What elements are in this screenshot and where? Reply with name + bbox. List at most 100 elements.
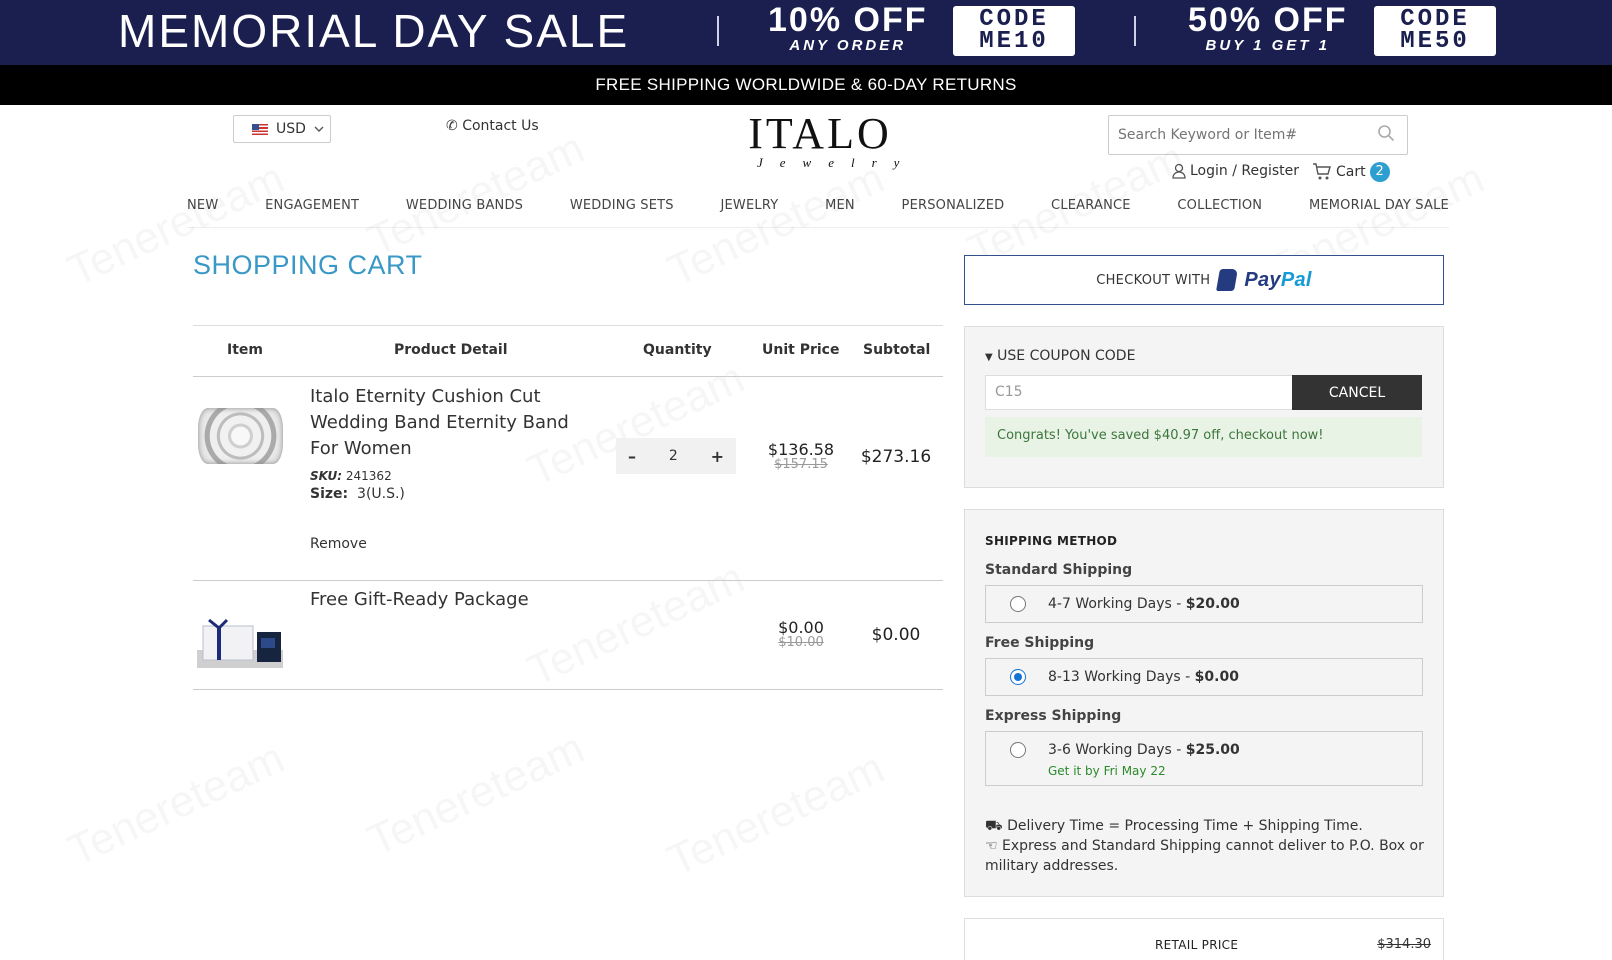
promo-banner[interactable]: MEMORIAL DAY SALE 10% OFF ANY ORDER CODE… bbox=[0, 0, 1612, 65]
nav-item-collection[interactable]: COLLECTION bbox=[1177, 198, 1262, 228]
search-input[interactable] bbox=[1109, 116, 1369, 154]
nav-item-memorial-day-sale[interactable]: MEMORIAL DAY SALE bbox=[1309, 198, 1449, 228]
express-shipping-days: 3-6 Working Days - bbox=[1048, 742, 1186, 758]
coupon-toggle[interactable]: ▼ USE COUPON CODE bbox=[985, 348, 1135, 364]
nav-divider bbox=[187, 227, 1449, 228]
paypal-checkout-button[interactable]: CHECKOUT WITH PayPal bbox=[964, 255, 1444, 305]
nav-item-new[interactable]: NEW bbox=[187, 198, 218, 228]
cart-icon bbox=[1313, 163, 1331, 180]
currency-label: USD bbox=[276, 121, 306, 137]
cart-count-badge: 2 bbox=[1369, 162, 1390, 182]
col-header-item: Item bbox=[227, 342, 263, 358]
shipping-option-free[interactable]: 8-13 Working Days - $0.00 bbox=[985, 658, 1423, 696]
nav-item-clearance[interactable]: CLEARANCE bbox=[1051, 198, 1131, 228]
logo-subtitle: Jewelry bbox=[757, 155, 917, 170]
col-header-subtotal: Subtotal bbox=[863, 342, 931, 358]
quantity-stepper: – 2 + bbox=[616, 438, 736, 474]
phone-icon: ✆ bbox=[446, 118, 458, 134]
express-shipping-radio[interactable] bbox=[1010, 742, 1026, 758]
watermark: Tenereteam bbox=[60, 733, 292, 877]
quantity-value[interactable]: 2 bbox=[669, 448, 678, 464]
standard-shipping-text: 4-7 Working Days - $20.00 bbox=[1048, 596, 1240, 612]
paypal-checkout-label: CHECKOUT WITH bbox=[1096, 272, 1211, 288]
unit-price: $0.00 $10.00 bbox=[751, 618, 851, 650]
coupon-code-input[interactable]: C15 bbox=[985, 375, 1293, 410]
search-icon[interactable] bbox=[1377, 124, 1395, 142]
promo-offer-1-condition: ANY ORDER bbox=[789, 37, 907, 54]
free-shipping-days: 8-13 Working Days - bbox=[1048, 669, 1195, 685]
product-name-link[interactable]: Italo Eternity Cushion Cut Wedding Band … bbox=[310, 384, 580, 462]
promo-code-2: CODE ME50 bbox=[1374, 6, 1496, 56]
coupon-heading: USE COUPON CODE bbox=[997, 348, 1136, 364]
promo-offer-2-amount: 50% OFF bbox=[1188, 1, 1348, 39]
watermark: Tenereteam bbox=[660, 743, 892, 887]
coupon-success-message: Congrats! You've saved $40.97 off, check… bbox=[985, 417, 1422, 457]
express-shipping-label: Express Shipping bbox=[985, 708, 1122, 724]
col-header-quantity: Quantity bbox=[643, 342, 712, 358]
contact-us-label: Contact Us bbox=[462, 118, 539, 134]
promo-separator bbox=[717, 16, 719, 46]
promo-offer-1-amount: 10% OFF bbox=[768, 1, 928, 39]
promo-code-2-value: ME50 bbox=[1400, 28, 1470, 55]
retail-price-value: $314.30 bbox=[1377, 937, 1431, 952]
unit-price: $136.58 $157.15 bbox=[751, 440, 851, 472]
col-header-product-detail: Product Detail bbox=[394, 342, 508, 358]
express-shipping-eta: Get it by Fri May 22 bbox=[1048, 764, 1166, 778]
user-icon bbox=[1172, 163, 1186, 179]
sku-value: 241362 bbox=[345, 469, 392, 483]
free-shipping-radio[interactable] bbox=[1010, 669, 1026, 685]
promo-title: MEMORIAL DAY SALE bbox=[118, 5, 630, 57]
free-shipping-label: Free Shipping bbox=[985, 635, 1095, 651]
row-subtotal: $273.16 bbox=[860, 447, 932, 467]
watermark: Tenereteam bbox=[520, 553, 752, 697]
product-image-gift-box[interactable] bbox=[197, 618, 283, 668]
paypal-logo: PayPal bbox=[1244, 269, 1311, 292]
nav-item-personalized[interactable]: PERSONALIZED bbox=[902, 198, 1005, 228]
us-flag-icon bbox=[252, 123, 268, 135]
col-header-unit-price: Unit Price bbox=[762, 342, 840, 358]
cart-label: Cart bbox=[1336, 164, 1366, 180]
nav-item-wedding-sets[interactable]: WEDDING SETS bbox=[570, 198, 674, 228]
contact-us-link[interactable]: ✆ Contact Us bbox=[446, 118, 539, 134]
express-shipping-text: 3-6 Working Days - $25.00 bbox=[1048, 742, 1240, 758]
standard-shipping-days: 4-7 Working Days - bbox=[1048, 596, 1186, 612]
nav-item-men[interactable]: MEN bbox=[825, 198, 855, 228]
login-register-link[interactable]: Login / Register bbox=[1172, 163, 1299, 179]
page-title: SHOPPING CART bbox=[193, 250, 423, 280]
plus-icon[interactable]: + bbox=[711, 447, 724, 466]
free-shipping-text: 8-13 Working Days - $0.00 bbox=[1048, 669, 1239, 685]
retail-price-label: RETAIL PRICE bbox=[1155, 938, 1239, 952]
minus-icon[interactable]: – bbox=[628, 447, 636, 466]
size-label: Size: bbox=[310, 486, 349, 502]
shipping-method-title: SHIPPING METHOD bbox=[985, 534, 1118, 548]
cart-link[interactable]: Cart 2 bbox=[1312, 162, 1390, 182]
order-summary: RETAIL PRICE $314.30 bbox=[964, 918, 1444, 960]
logo-brand: ITALO bbox=[748, 109, 892, 158]
italo-logo[interactable]: ITALO Jewelry bbox=[745, 109, 917, 170]
shipping-option-express[interactable]: 3-6 Working Days - $25.00 Get it by Fri … bbox=[985, 731, 1423, 786]
delivery-time-text: Delivery Time = Processing Time + Shippi… bbox=[1007, 818, 1363, 834]
paypal-logo-pay: Pay bbox=[1244, 268, 1281, 291]
hand-pointer-icon: ☜ bbox=[985, 838, 998, 854]
coupon-cancel-button[interactable]: CANCEL bbox=[1292, 375, 1422, 410]
nav-item-engagement[interactable]: ENGAGEMENT bbox=[265, 198, 359, 228]
caret-down-icon: ▼ bbox=[985, 352, 993, 363]
size-value: 3(U.S.) bbox=[357, 486, 405, 502]
shipping-option-standard[interactable]: 4-7 Working Days - $20.00 bbox=[985, 585, 1423, 623]
remove-item-link[interactable]: Remove bbox=[310, 536, 367, 552]
promo-code-1: CODE ME10 bbox=[953, 6, 1075, 56]
table-header-divider bbox=[193, 376, 943, 377]
chevron-down-icon bbox=[314, 126, 324, 132]
truck-icon: ⛟ bbox=[985, 818, 1003, 834]
product-image-ring[interactable] bbox=[198, 408, 283, 464]
row-subtotal: $0.00 bbox=[871, 625, 921, 645]
nav-item-wedding-bands[interactable]: WEDDING BANDS bbox=[406, 198, 523, 228]
paypal-logo-pal: Pal bbox=[1280, 268, 1312, 291]
unit-price-original: $157.15 bbox=[774, 457, 828, 472]
standard-shipping-radio[interactable] bbox=[1010, 596, 1026, 612]
nav-item-jewelry[interactable]: JEWELRY bbox=[720, 198, 778, 228]
currency-selector[interactable]: USD bbox=[233, 115, 331, 143]
product-name-link[interactable]: Free Gift-Ready Package bbox=[310, 589, 529, 610]
promo-code-1-value: ME10 bbox=[979, 28, 1049, 55]
table-top-border bbox=[193, 325, 943, 326]
